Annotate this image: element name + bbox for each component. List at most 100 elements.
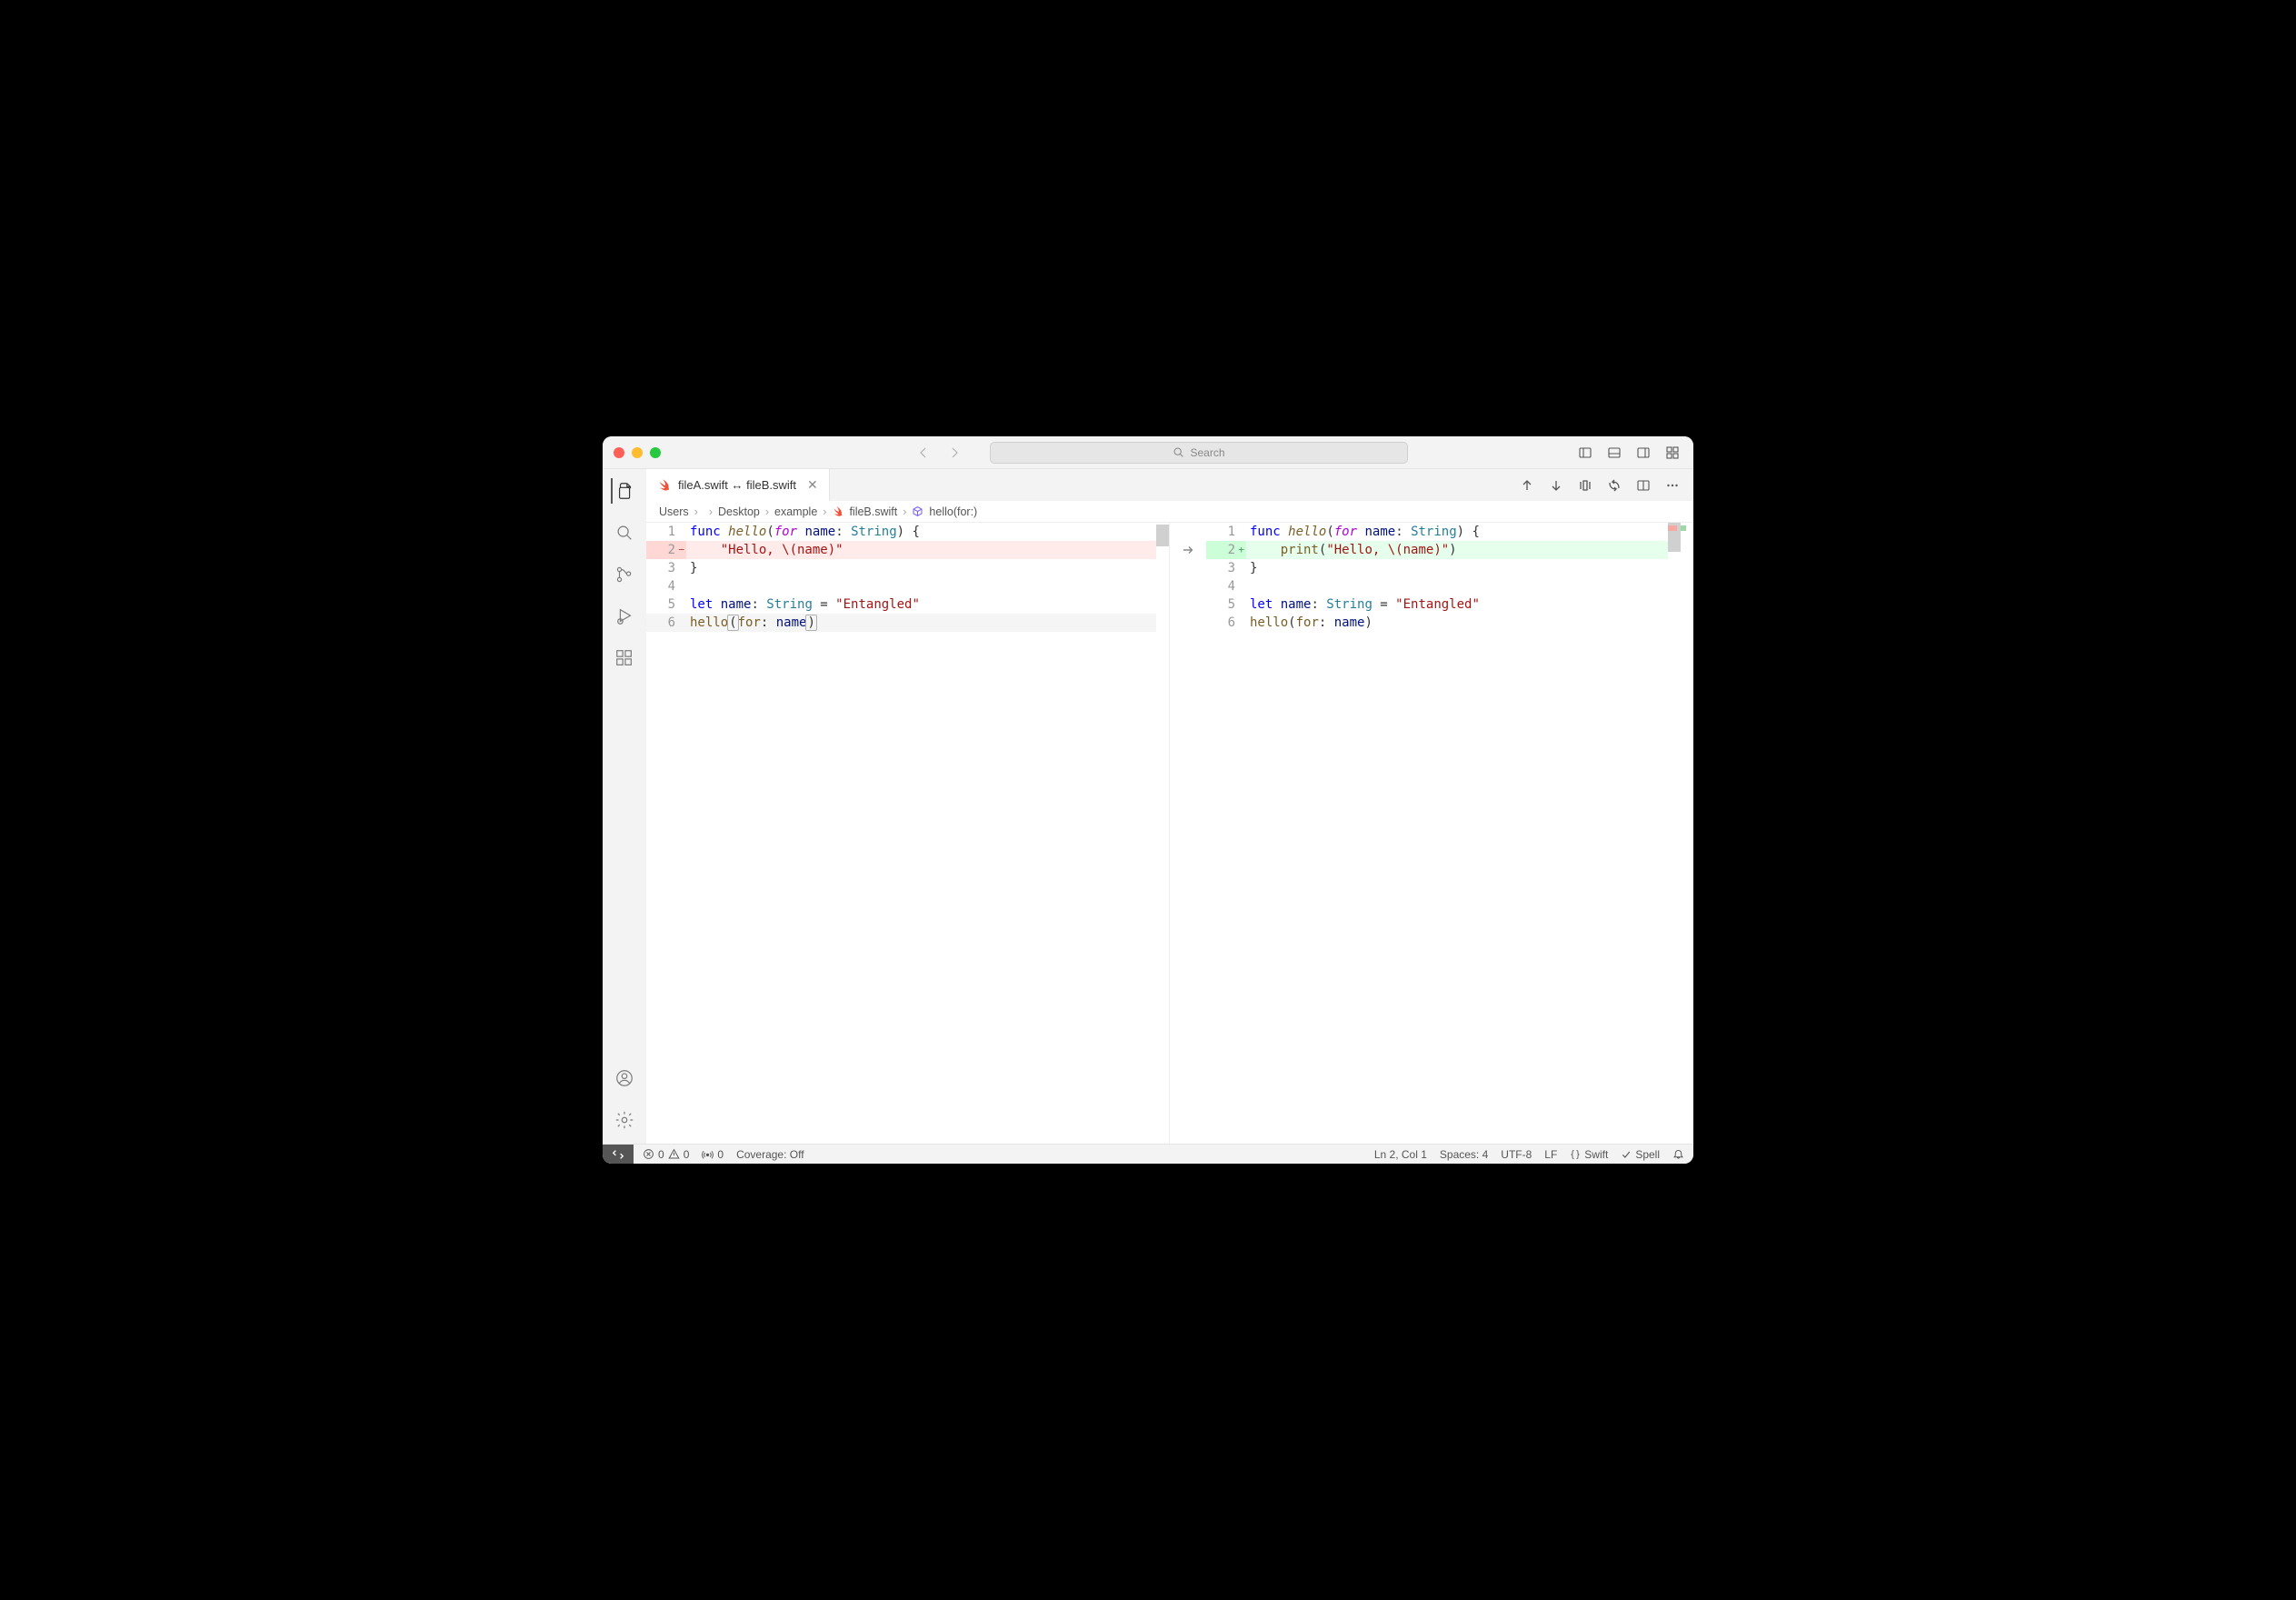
chevron-right-icon: › (765, 505, 769, 518)
toggle-secondary-sidebar-button[interactable] (1633, 443, 1653, 463)
warning-icon (668, 1148, 680, 1160)
minimize-window-button[interactable] (632, 447, 643, 458)
nav-arrows (913, 443, 964, 463)
explorer-activity[interactable] (611, 478, 636, 504)
editor-area: fileA.swift ↔ fileB.swift ✕ Users › › (646, 469, 1693, 1144)
window-controls (614, 447, 661, 458)
code-line[interactable]: 5let name: String = "Entangled" (1206, 595, 1668, 614)
toggle-whitespace-button[interactable] (1575, 475, 1595, 495)
titlebar: Search (603, 436, 1693, 469)
code-line[interactable]: 2+ print("Hello, \(name)") (1206, 541, 1668, 559)
accounts-activity[interactable] (612, 1065, 637, 1091)
extensions-activity[interactable] (612, 645, 637, 671)
editor-tab-diff[interactable]: fileA.swift ↔ fileB.swift ✕ (646, 469, 830, 501)
toggle-primary-sidebar-button[interactable] (1575, 443, 1595, 463)
line-number: 6 (646, 614, 686, 632)
cursor-position-status[interactable]: Ln 2, Col 1 (1374, 1148, 1427, 1161)
overview-ruler-left[interactable] (1156, 523, 1169, 1144)
ports-status[interactable]: 0 (702, 1148, 724, 1161)
problems-status[interactable]: 0 0 (643, 1148, 689, 1161)
eol-status[interactable]: LF (1544, 1148, 1557, 1161)
gutter-spacer (1170, 577, 1206, 595)
vscode-window: Search (603, 436, 1693, 1164)
code-content: "Hello, \(name)" (686, 541, 1156, 559)
code-line[interactable]: 6hello(for: name) (646, 614, 1156, 632)
gutter-spacer (1170, 614, 1206, 632)
customize-layout-button[interactable] (1662, 443, 1682, 463)
breadcrumb-item[interactable]: Desktop (718, 505, 760, 518)
editor-actions (1517, 469, 1693, 501)
breadcrumb[interactable]: Users › › Desktop › example › fileB.swif… (646, 501, 1693, 523)
breadcrumb-item[interactable]: Users (659, 505, 689, 518)
nav-forward-button[interactable] (944, 443, 964, 463)
code-line[interactable]: 1func hello(for name: String) { (646, 523, 1156, 541)
run-debug-activity[interactable] (612, 604, 637, 629)
ports-count: 0 (717, 1148, 724, 1161)
search-activity[interactable] (612, 520, 637, 545)
line-number: 5 (1206, 595, 1246, 614)
prev-change-button[interactable] (1517, 475, 1537, 495)
swap-sides-button[interactable] (1604, 475, 1624, 495)
code-line[interactable]: 5let name: String = "Entangled" (646, 595, 1156, 614)
code-line[interactable]: 3} (1206, 559, 1668, 577)
language-mode-status[interactable]: Swift (1570, 1148, 1608, 1161)
code-content: hello(for: name) (1246, 614, 1668, 632)
spell-check-status[interactable]: Spell (1621, 1148, 1660, 1161)
code-line[interactable]: 3} (646, 559, 1156, 577)
line-number: 4 (1206, 577, 1246, 595)
breadcrumb-item[interactable]: fileB.swift (849, 505, 897, 518)
more-actions-button[interactable] (1662, 475, 1682, 495)
code-content: } (1246, 559, 1668, 577)
chevron-right-icon: › (903, 505, 906, 518)
code-line[interactable]: 6hello(for: name) (1206, 614, 1668, 632)
line-number: 5 (646, 595, 686, 614)
code-content: let name: String = "Entangled" (1246, 595, 1668, 614)
gutter-spacer (1170, 523, 1206, 541)
toggle-panel-button[interactable] (1604, 443, 1624, 463)
source-control-activity[interactable] (612, 562, 637, 587)
code-content: } (686, 559, 1156, 577)
line-number: 2+ (1206, 541, 1246, 559)
tab-close-button[interactable]: ✕ (807, 477, 818, 493)
line-number: 2− (646, 541, 686, 559)
activity-bar (603, 469, 646, 1144)
zoom-window-button[interactable] (650, 447, 661, 458)
diff-right-pane[interactable]: 1func hello(for name: String) {2+ print(… (1206, 523, 1693, 1144)
code-line[interactable]: 4 (646, 577, 1156, 595)
tab-bar: fileA.swift ↔ fileB.swift ✕ (646, 469, 1693, 501)
breadcrumb-item[interactable]: example (774, 505, 817, 518)
gutter-spacer (1170, 595, 1206, 614)
diff-left-pane[interactable]: 1func hello(for name: String) {2− "Hello… (646, 523, 1170, 1144)
bell-icon (1672, 1148, 1684, 1160)
remote-indicator[interactable] (603, 1145, 634, 1164)
encoding-status[interactable]: UTF-8 (1501, 1148, 1532, 1161)
line-number: 1 (1206, 523, 1246, 541)
indentation-status[interactable]: Spaces: 4 (1440, 1148, 1488, 1161)
chevron-right-icon: › (823, 505, 826, 518)
code-line[interactable]: 1func hello(for name: String) { (1206, 523, 1668, 541)
code-line[interactable]: 4 (1206, 577, 1668, 595)
breadcrumb-item[interactable]: hello(for:) (929, 505, 977, 518)
next-change-button[interactable] (1546, 475, 1566, 495)
apply-change-button[interactable] (1170, 541, 1206, 559)
overview-ruler-right[interactable] (1668, 523, 1693, 1144)
code-content: func hello(for name: String) { (686, 523, 1156, 541)
diff-revert-gutter (1170, 523, 1206, 1144)
workbench-body: fileA.swift ↔ fileB.swift ✕ Users › › (603, 469, 1693, 1144)
line-number: 3 (646, 559, 686, 577)
command-center-search[interactable]: Search (990, 442, 1408, 464)
code-content: let name: String = "Entangled" (686, 595, 1156, 614)
settings-activity[interactable] (612, 1107, 637, 1133)
close-window-button[interactable] (614, 447, 624, 458)
toggle-inline-view-button[interactable] (1633, 475, 1653, 495)
code-line[interactable]: 2− "Hello, \(name)" (646, 541, 1156, 559)
coverage-status[interactable]: Coverage: Off (736, 1148, 804, 1161)
swift-icon (832, 505, 844, 517)
line-number: 3 (1206, 559, 1246, 577)
braces-icon (1570, 1149, 1581, 1160)
swift-icon (657, 478, 671, 492)
notifications-button[interactable] (1672, 1148, 1684, 1160)
chevron-right-icon: › (709, 505, 713, 518)
nav-back-button[interactable] (913, 443, 933, 463)
code-content: print("Hello, \(name)") (1246, 541, 1668, 559)
